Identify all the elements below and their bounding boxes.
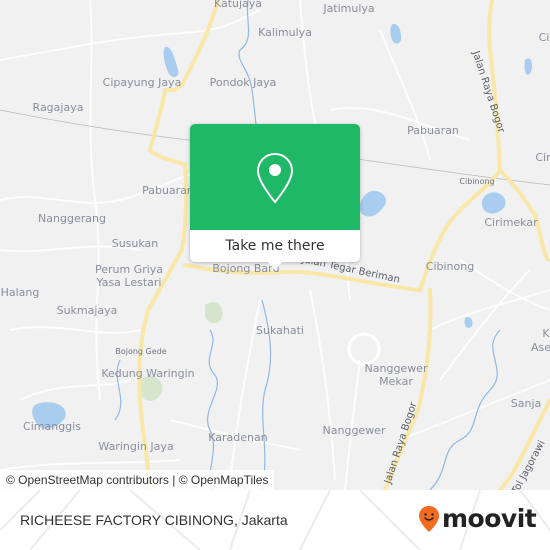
place-label-small: Cibinong: [459, 177, 495, 186]
popup-pointer: [267, 261, 283, 270]
place-label: Pabuaran: [407, 124, 459, 137]
place-label: Sanja: [510, 397, 542, 410]
place-label: Cipayung Jaya: [102, 76, 182, 89]
popup-header: [190, 124, 360, 230]
place-label-small: Bojong Gede: [115, 347, 167, 356]
place-label: Sukahati: [256, 324, 304, 337]
moovit-pin-icon: [419, 505, 439, 532]
place-label: Pabuaran: [142, 184, 194, 197]
place-label: Jatimulya: [323, 2, 375, 15]
place-label: Susukan: [111, 237, 159, 250]
place-label: Mekar: [379, 375, 413, 388]
place-label: Perum Griya: [94, 263, 164, 276]
location-popup: Take me there: [190, 124, 360, 270]
place-label: Kedung Waringin: [101, 367, 195, 380]
place-label: Cibinong: [425, 260, 475, 273]
place-label: K: [542, 327, 550, 340]
footer: RICHEESE FACTORY CIBINONG, Jakarta moovi…: [0, 490, 550, 550]
place-label: Cir: [535, 151, 550, 164]
moovit-wordmark: moovit: [442, 504, 537, 533]
place-label: Nanggerang: [38, 212, 106, 225]
place-label: Sukmajaya: [56, 304, 118, 317]
location-pin-icon: [256, 152, 294, 204]
map-attribution[interactable]: © OpenStreetMap contributors | © OpenMap…: [0, 470, 275, 490]
place-label: Kalimulya: [258, 26, 312, 39]
place-label: Katujaya: [213, 0, 263, 10]
place-label: Ragajaya: [32, 101, 84, 114]
place-label: Cirimekar: [484, 216, 538, 229]
take-me-there-button[interactable]: Take me there: [190, 230, 360, 262]
place-label: Karadenan: [208, 431, 268, 444]
place-label: Cimanggis: [23, 420, 81, 433]
place-label: Yasa Lestari: [96, 276, 162, 289]
place-label: Waringin Jaya: [98, 440, 174, 453]
location-title: RICHEESE FACTORY CIBINONG, Jakarta: [20, 512, 288, 528]
place-label: Nanggewer: [364, 362, 428, 375]
place-label: Nanggewer: [322, 424, 386, 437]
place-label: Ci: [538, 31, 550, 44]
place-label: Halang: [0, 286, 40, 299]
map-view[interactable]: Katujaya Jatimulya Kalimulya Cipayung Jaya P…: [0, 0, 550, 490]
place-label: Ase: [530, 341, 550, 354]
moovit-logo[interactable]: moovit: [418, 504, 537, 533]
place-label: Pondok Jaya: [209, 76, 277, 89]
